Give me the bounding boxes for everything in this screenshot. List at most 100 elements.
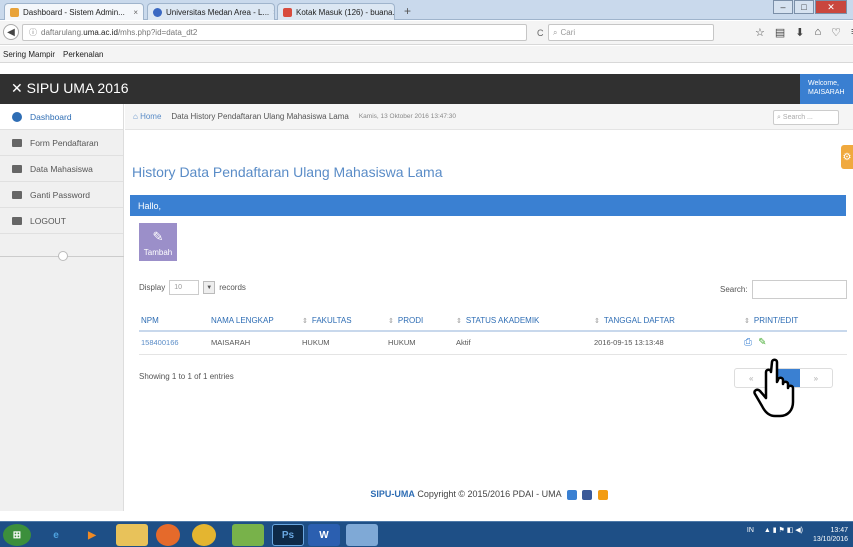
column-print-edit[interactable]: ⇕ PRINT/EDIT	[742, 311, 847, 332]
sidebar-item-label: Data Mahasiswa	[30, 163, 93, 174]
tab-label: Dashboard - Sistem Admin...	[23, 7, 125, 17]
chrome-icon[interactable]	[192, 524, 216, 546]
cell-npm[interactable]: 158400166	[139, 331, 209, 355]
tab-close-icon[interactable]: ×	[129, 8, 138, 17]
history-table: NPM NAMA LENGKAP ⇕ FAKULTAS ⇕ PRODI ⇕ STATU…	[139, 311, 847, 355]
home-icon: ⌂	[133, 112, 141, 121]
windows-taskbar: ⊞ e ▶ Ps W IN ▲ ▮ ⚑ ◧ ◀) 13:47 13/10/201…	[0, 521, 853, 547]
system-tray: IN ▲ ▮ ⚑ ◧ ◀) 13:47 13/10/2016	[747, 526, 848, 544]
search-icon: ⌕	[777, 113, 781, 121]
app-icon[interactable]	[346, 524, 378, 546]
facebook-icon[interactable]	[582, 489, 593, 500]
reading-list-icon[interactable]: ▤	[775, 26, 785, 39]
column-status-akademik[interactable]: ⇕ STATUS AKADEMIK	[454, 311, 592, 332]
sort-icon: ⇕	[456, 318, 462, 325]
add-button[interactable]: ✎ Tambah	[139, 223, 177, 261]
app-logo[interactable]: ✕ SIPU UMA 2016	[11, 80, 129, 97]
cell-tanggal: 2016-09-15 13:13:48	[592, 331, 742, 355]
crossed-arrows-icon: ✕	[11, 80, 27, 96]
column-prodi[interactable]: ⇕ PRODI	[386, 311, 454, 332]
back-arrow-icon[interactable]: ◀	[3, 24, 19, 40]
sidebar-item-form-pendaftaran[interactable]: Form Pendaftaran	[0, 130, 123, 156]
cell-nama: MAISARAH	[209, 331, 300, 355]
hello-bar: Hallo,	[130, 195, 846, 216]
settings-gear-icon[interactable]: ⚙	[841, 145, 853, 169]
sort-icon: ⇕	[388, 318, 394, 325]
clock-time[interactable]: 13:47	[813, 526, 848, 535]
browser-nav-bar: ◀ ⓘ daftarulang. uma.ac.id/mhs.php?id=dat…	[0, 21, 853, 45]
rss-icon[interactable]	[597, 489, 608, 500]
bookmark-sering-mampir[interactable]: Sering Mampir	[3, 50, 55, 59]
tab-close-icon[interactable]: ×	[269, 8, 274, 17]
column-tanggal-daftar[interactable]: ⇕ TANGGAL DAFTAR	[592, 311, 742, 332]
sidebar-item-dashboard[interactable]: Dashboard	[0, 104, 123, 130]
sidebar-item-label: Dashboard	[30, 111, 72, 122]
footer-brand[interactable]: SIPU-UMA	[370, 489, 415, 499]
browser-toolbar-icons: ☆ ▤ ⬇ ⌂ ♡ ≡	[755, 26, 853, 39]
download-icon[interactable]: ⬇	[795, 26, 804, 39]
user-name: MAISARAH	[808, 89, 845, 96]
table-row: 158400166 MAISARAH HUKUM HUKUM Aktif 201…	[139, 331, 847, 355]
current-date: Kamis, 13 Oktober 2016 13:47:30	[358, 113, 457, 120]
sort-icon: ⇕	[302, 318, 308, 325]
column-npm[interactable]: NPM	[139, 311, 209, 332]
column-nama-lengkap[interactable]: NAMA LENGKAP	[209, 311, 300, 332]
tab-label: Universitas Medan Area - L...	[166, 7, 270, 17]
edit-square-icon: ✎	[152, 229, 164, 244]
url-prefix: daftarulang.	[41, 28, 84, 37]
footer-copyright: Copyright © 2015/2016 PDAI - UMA	[414, 489, 562, 499]
ie-icon[interactable]: e	[40, 524, 72, 546]
records-per-page-select[interactable]: 10	[169, 280, 200, 295]
breadcrumb-home[interactable]: ⌂ Home	[133, 112, 161, 121]
bookmark-perkenalan[interactable]: Perkenalan	[63, 50, 103, 59]
home-icon[interactable]: ⌂	[815, 26, 822, 39]
tab-label: Kotak Masuk (126) - buana...	[296, 7, 395, 17]
explorer-folder-icon[interactable]	[116, 524, 148, 546]
showing-entries: Showing 1 to 1 of 1 entries	[139, 372, 234, 381]
cell-actions: ⎙ ✎	[742, 331, 847, 355]
maximize-icon[interactable]: □	[794, 0, 814, 14]
bookmark-star-icon[interactable]: ☆	[755, 26, 765, 39]
welcome-label: Welcome,	[808, 80, 839, 87]
sidebar-item-ganti-password[interactable]: Ganti Password	[0, 182, 123, 208]
sidebar-collapse-toggle[interactable]	[58, 251, 68, 261]
tab-gmail[interactable]: Kotak Masuk (126) - buana... ×	[277, 3, 395, 20]
sidebar-item-data-mahasiswa[interactable]: Data Mahasiswa	[0, 156, 123, 182]
edit-pencil-icon[interactable]: ✎	[758, 337, 766, 348]
url-bar[interactable]: ⓘ daftarulang. uma.ac.id/mhs.php?id=data_…	[22, 24, 527, 41]
breadcrumb: ⌂ Home Data History Pendaftaran Ulang Ma…	[125, 104, 853, 130]
tab-dashboard[interactable]: Dashboard - Sistem Admin... ×	[4, 3, 144, 20]
minimize-icon[interactable]: –	[773, 0, 793, 14]
photoshop-icon[interactable]: Ps	[272, 524, 304, 546]
lang-indicator[interactable]: IN	[747, 527, 754, 534]
quick-search-input[interactable]: ⌕ Search ...	[773, 110, 839, 125]
table-search: Search:	[720, 280, 847, 299]
word-icon[interactable]: W	[308, 524, 340, 546]
uma-favicon-icon	[153, 7, 162, 17]
user-menu[interactable]: Welcome, MAISARAH	[800, 74, 853, 104]
close-window-icon[interactable]: ✕	[815, 0, 847, 14]
sidebar-item-label: Form Pendaftaran	[30, 137, 99, 148]
mail-icon	[12, 216, 22, 225]
twitter-icon[interactable]	[566, 489, 577, 500]
firefox-icon[interactable]	[156, 524, 180, 546]
chevron-down-icon[interactable]: ▼	[203, 281, 216, 294]
mail-icon	[12, 138, 22, 147]
tab-universitas[interactable]: Universitas Medan Area - L... ×	[147, 3, 275, 20]
paint-icon[interactable]	[232, 524, 264, 546]
column-fakultas[interactable]: ⇕ FAKULTAS	[300, 311, 386, 332]
start-button[interactable]: ⊞	[3, 524, 31, 546]
media-icon[interactable]: ▶	[76, 524, 108, 546]
print-icon[interactable]: ⎙	[744, 337, 752, 348]
table-search-input[interactable]	[751, 280, 847, 299]
clock-date[interactable]: 13/10/2016	[813, 535, 848, 544]
browser-search-placeholder: Cari	[560, 28, 576, 37]
new-tab-button[interactable]: +	[404, 4, 411, 18]
browser-search-input[interactable]: ⌕ Cari	[548, 24, 714, 41]
sidebar-item-logout[interactable]: LOGOUT	[0, 208, 123, 234]
reload-icon[interactable]: C	[537, 28, 544, 38]
pocket-icon[interactable]: ♡	[831, 26, 841, 39]
url-domain: uma.ac.id	[83, 28, 118, 37]
table-header-row: NPM NAMA LENGKAP ⇕ FAKULTAS ⇕ PRODI ⇕ STATU…	[139, 311, 847, 332]
tray-icons[interactable]: ▲ ▮ ⚑ ◧ ◀)	[764, 527, 803, 534]
